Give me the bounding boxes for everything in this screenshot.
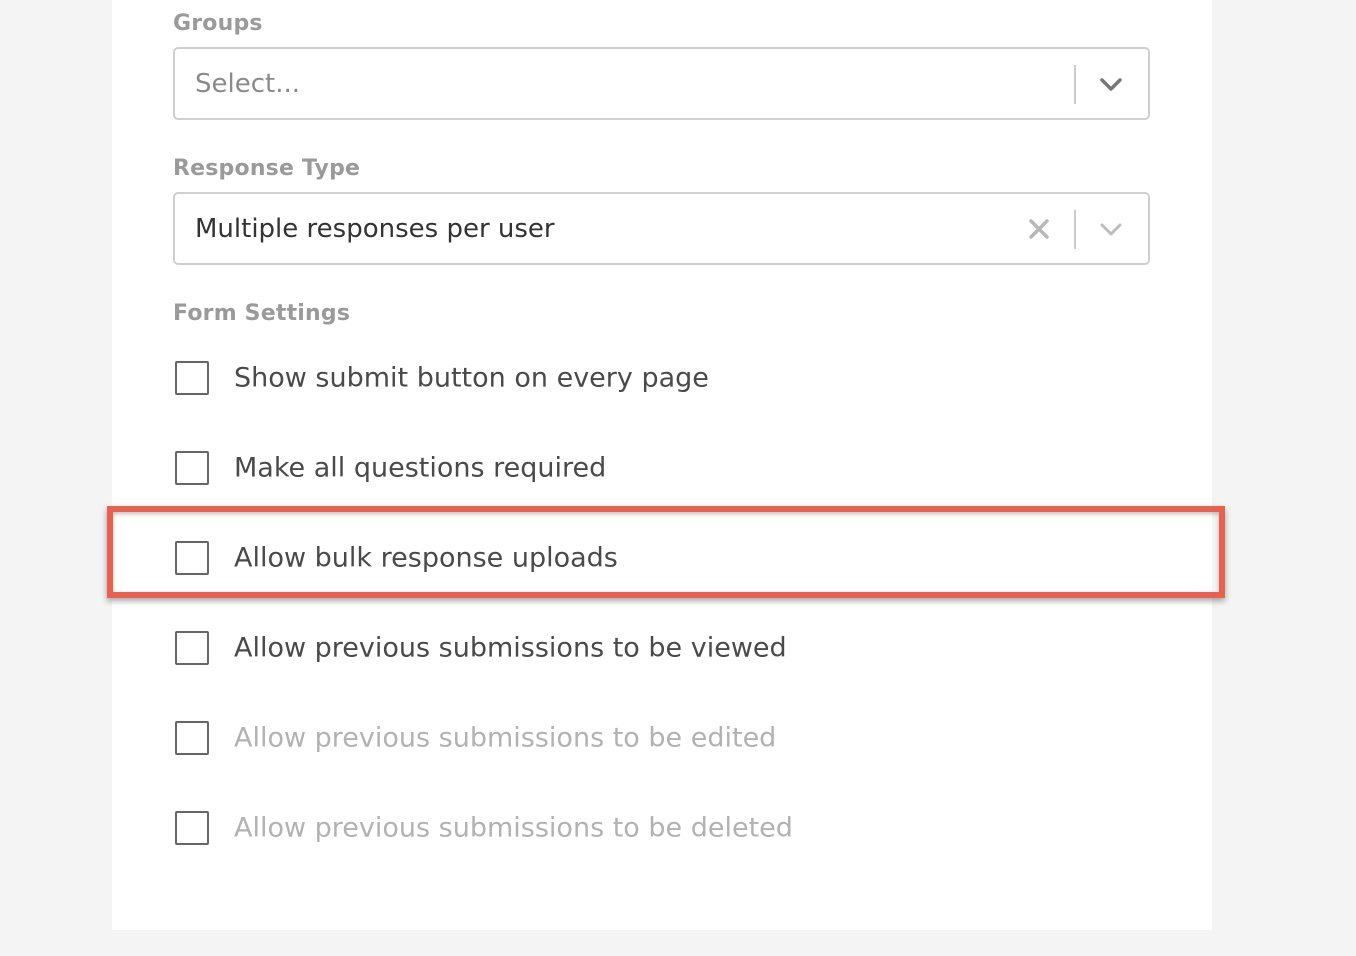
chevron-down-icon[interactable] [1096, 69, 1126, 99]
close-icon[interactable] [1026, 216, 1052, 242]
checkbox[interactable] [175, 811, 209, 845]
groups-label: Groups [173, 11, 263, 36]
setting-show-submit-button[interactable]: Show submit button on every page [173, 358, 1153, 398]
select-separator [1074, 210, 1076, 249]
setting-allow-view-submissions[interactable]: Allow previous submissions to be viewed [173, 628, 1153, 668]
setting-make-all-required[interactable]: Make all questions required [173, 448, 1153, 488]
checkbox-label[interactable]: Allow previous submissions to be viewed [234, 633, 787, 664]
form-settings-label: Form Settings [173, 301, 351, 326]
setting-allow-bulk-uploads[interactable]: Allow bulk response uploads [173, 538, 1153, 578]
setting-allow-edit-submissions[interactable]: Allow previous submissions to be edited [173, 718, 1153, 758]
checkbox[interactable] [175, 451, 209, 485]
chevron-down-icon[interactable] [1096, 214, 1126, 244]
checkbox[interactable] [175, 631, 209, 665]
response-type-value: Multiple responses per user [195, 213, 555, 244]
checkbox-label[interactable]: Allow previous submissions to be edited [234, 723, 776, 754]
groups-select[interactable]: Select... [173, 47, 1150, 120]
response-type-select[interactable]: Multiple responses per user [173, 192, 1150, 265]
checkbox[interactable] [175, 361, 209, 395]
checkbox-label[interactable]: Allow bulk response uploads [234, 543, 618, 574]
select-separator [1074, 65, 1076, 104]
checkbox-label[interactable]: Make all questions required [234, 453, 606, 484]
checkbox-label[interactable]: Show submit button on every page [234, 363, 709, 394]
checkbox-label[interactable]: Allow previous submissions to be deleted [234, 813, 793, 844]
response-type-label: Response Type [173, 156, 361, 181]
groups-select-placeholder: Select... [195, 68, 301, 99]
setting-allow-delete-submissions[interactable]: Allow previous submissions to be deleted [173, 808, 1153, 848]
checkbox[interactable] [175, 541, 209, 575]
checkbox[interactable] [175, 721, 209, 755]
